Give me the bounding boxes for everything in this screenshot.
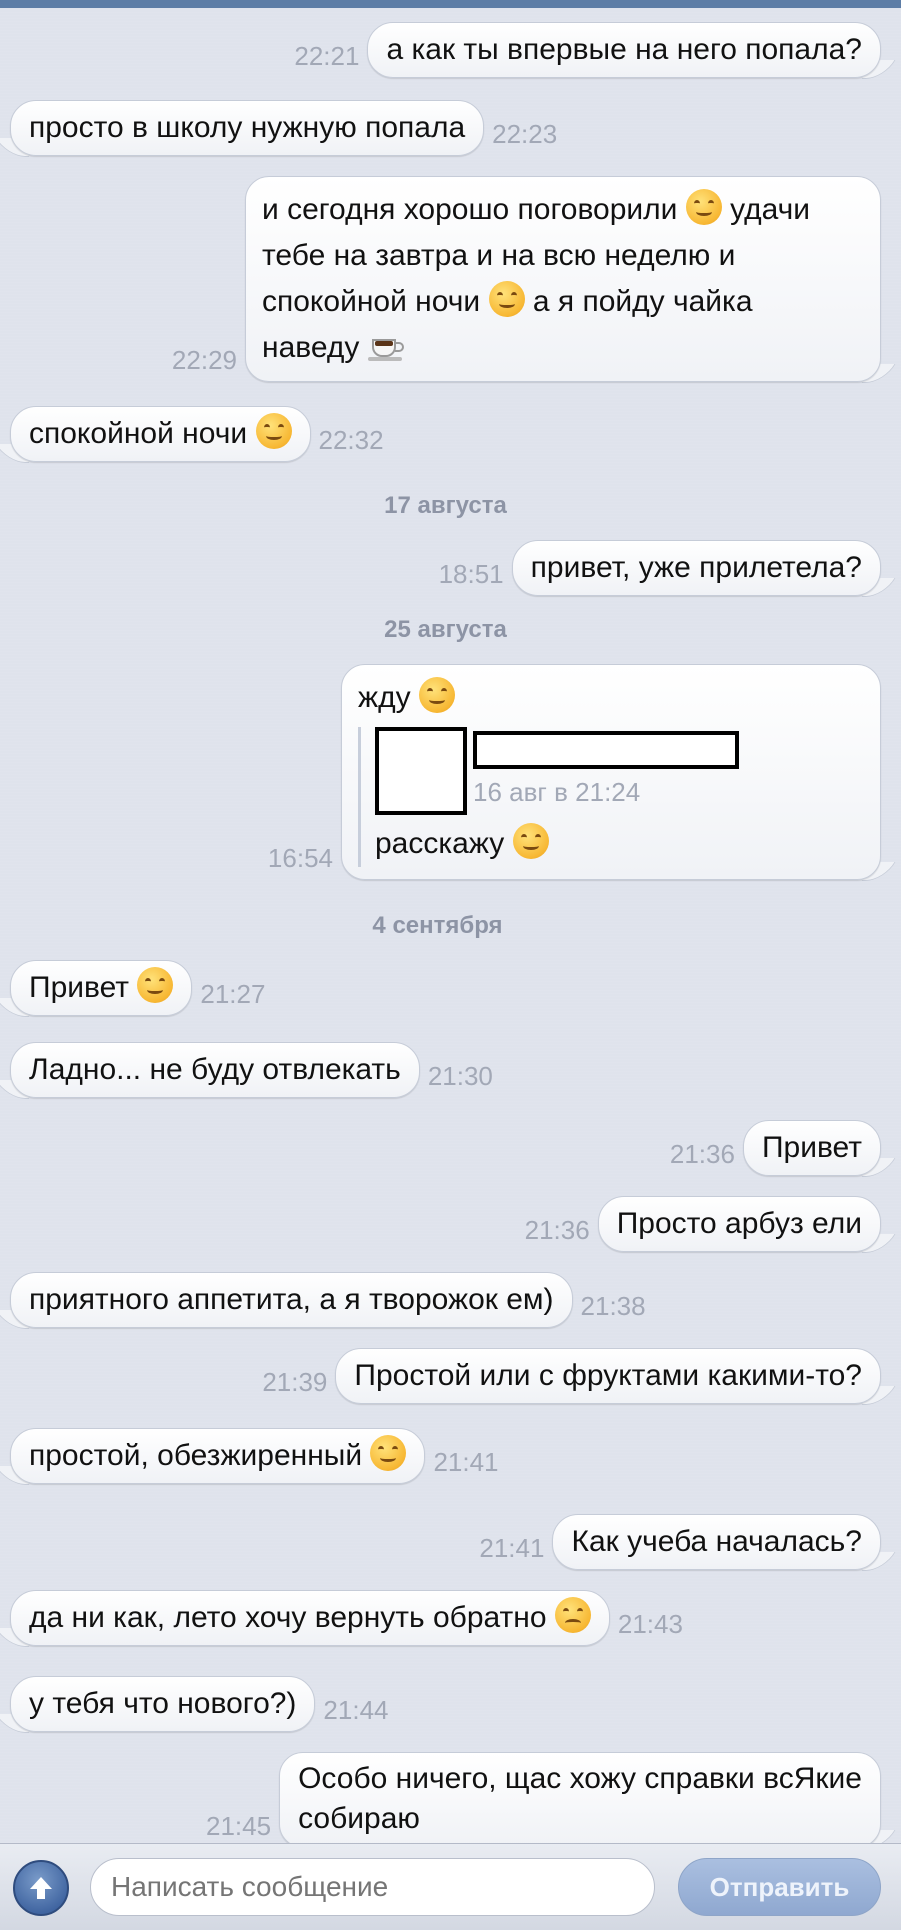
message-row: 16:54 жду 16 авг в 21:24 расскажу — [0, 664, 901, 880]
message-text: Привет — [29, 971, 130, 1004]
message-row: спокойной ночи 22:32 — [0, 406, 901, 462]
blush-emoji-icon — [488, 281, 525, 317]
message-time: 21:41 — [479, 1533, 545, 1563]
message-list[interactable]: 22:21 а как ты впервые на него попала? п… — [0, 8, 901, 1843]
wink-emoji-icon — [418, 677, 455, 713]
date-separator: 4 сентября — [372, 912, 503, 939]
message-bubble[interactable]: Привет — [742, 1120, 881, 1176]
message-row: 22:21 а как ты впервые на него попала? — [0, 22, 901, 78]
forwarded-date: 16 авг в 21:24 — [473, 777, 641, 807]
message-bubble[interactable]: простой, обезжиренный — [10, 1428, 426, 1484]
message-time: 21:43 — [617, 1609, 683, 1639]
smile-emoji-icon — [255, 413, 292, 449]
message-text: Простой или с фруктами какими-то? — [354, 1359, 862, 1392]
message-text: просто в школу нужную попала — [29, 111, 466, 144]
message-bubble[interactable]: и сегодня хорошо поговорили удачи тебе н… — [245, 176, 881, 382]
message-time: 21:36 — [669, 1139, 735, 1169]
upload-arrow-icon[interactable] — [13, 1860, 69, 1916]
message-time: 21:39 — [262, 1367, 328, 1397]
message-row: 18:51 привет, уже прилетела? — [0, 540, 901, 596]
message-row: Привет 21:27 — [0, 960, 901, 1016]
message-line: собираю — [298, 1802, 420, 1835]
message-bubble[interactable]: Просто арбуз ели — [597, 1196, 881, 1252]
message-time: 22:32 — [318, 425, 384, 455]
message-row: 21:36 Привет — [0, 1120, 901, 1176]
message-text: Привет — [761, 1131, 862, 1164]
redacted-name — [473, 731, 739, 769]
wink-emoji-icon — [512, 823, 549, 859]
message-time: 22:21 — [294, 41, 360, 71]
forwarded-text: расскажу — [375, 821, 864, 867]
message-line: жду — [358, 675, 864, 721]
message-line: наведу — [262, 325, 864, 371]
coffee-icon — [367, 333, 406, 361]
message-input[interactable] — [90, 1858, 655, 1916]
smile-emoji-icon — [685, 189, 722, 225]
message-row: у тебя что нового?) 21:44 — [0, 1676, 901, 1732]
message-bubble[interactable]: просто в школу нужную попала — [10, 100, 485, 156]
message-time: 22:23 — [492, 119, 558, 149]
message-time: 21:38 — [580, 1291, 646, 1321]
message-row: просто в школу нужную попала 22:23 — [0, 100, 901, 156]
message-bubble[interactable]: Привет — [10, 960, 193, 1016]
message-bubble[interactable]: жду 16 авг в 21:24 расскажу — [341, 664, 881, 880]
message-text: Просто арбуз ели — [616, 1207, 862, 1240]
message-bubble[interactable]: Ладно... не буду отвлекать — [10, 1042, 420, 1098]
message-time: 21:27 — [200, 979, 266, 1009]
message-text: Ладно... не буду отвлекать — [29, 1053, 401, 1086]
message-bubble[interactable]: у тебя что нового?) — [10, 1676, 316, 1732]
tired-emoji-icon — [554, 1597, 591, 1633]
top-bar-edge — [0, 0, 901, 8]
message-text: у тебя что нового?) — [29, 1687, 297, 1720]
smirk-emoji-icon — [370, 1435, 407, 1471]
message-text: Как учеба началась? — [571, 1525, 862, 1558]
message-bubble[interactable]: Как учеба началась? — [552, 1514, 881, 1570]
message-row: 21:36 Просто арбуз ели — [0, 1196, 901, 1252]
message-row: приятного аппетита, а я творожок ем) 21:… — [0, 1272, 901, 1328]
message-row: простой, обезжиренный 21:41 — [0, 1428, 901, 1484]
message-row: Ладно... не буду отвлекать 21:30 — [0, 1042, 901, 1098]
smile-emoji-icon — [137, 967, 174, 1003]
send-button[interactable]: Отправить — [678, 1858, 881, 1916]
message-bubble[interactable]: привет, уже прилетела? — [511, 540, 881, 596]
message-text: приятного аппетита, а я творожок ем) — [29, 1283, 554, 1316]
message-line: тебе на завтра и на всю неделю и — [262, 239, 736, 272]
message-row: 21:39 Простой или с фруктами какими-то? — [0, 1348, 901, 1404]
message-text: простой, обезжиренный — [29, 1439, 363, 1472]
message-bubble[interactable]: а как ты впервые на него попала? — [367, 22, 881, 78]
message-time: 22:29 — [171, 345, 237, 375]
message-bubble[interactable]: приятного аппетита, а я творожок ем) — [10, 1272, 573, 1328]
message-row: да ни как, лето хочу вернуть обратно 21:… — [0, 1590, 901, 1646]
date-separator: 25 августа — [384, 616, 507, 643]
message-text: спокойной ночи — [29, 417, 248, 450]
message-text: да ни как, лето хочу вернуть обратно — [29, 1601, 547, 1634]
forwarded-message[interactable]: 16 авг в 21:24 расскажу — [358, 727, 864, 867]
message-text: а как ты впервые на него попала? — [386, 33, 862, 66]
avatar — [375, 727, 467, 815]
message-time: 18:51 — [438, 559, 504, 589]
message-row: 21:41 Как учеба началась? — [0, 1514, 901, 1570]
message-bubble[interactable]: Особо ничего, щас хожу справки всЯкие со… — [279, 1752, 881, 1843]
composer-bar: Отправить — [0, 1843, 901, 1930]
message-bubble[interactable]: да ни как, лето хочу вернуть обратно — [10, 1590, 610, 1646]
message-row: 22:29 и сегодня хорошо поговорили удачи … — [0, 176, 901, 382]
message-text: привет, уже прилетела? — [530, 551, 862, 584]
message-time: 21:45 — [206, 1811, 272, 1841]
message-bubble[interactable]: спокойной ночи — [10, 406, 311, 462]
message-bubble[interactable]: Простой или с фруктами какими-то? — [335, 1348, 881, 1404]
message-line: спокойной ночи а я пойду чайка — [262, 279, 864, 325]
message-line: Особо ничего, щас хожу справки всЯкие — [298, 1762, 862, 1795]
message-time: 21:44 — [323, 1695, 389, 1725]
message-line: и сегодня хорошо поговорили удачи — [262, 187, 864, 233]
message-time: 21:41 — [433, 1447, 499, 1477]
message-time: 16:54 — [267, 843, 333, 873]
message-row: 21:45 Особо ничего, щас хожу справки всЯ… — [0, 1752, 901, 1843]
message-time: 21:36 — [524, 1215, 590, 1245]
message-time: 21:30 — [427, 1061, 493, 1091]
date-separator: 17 августа — [384, 492, 507, 519]
